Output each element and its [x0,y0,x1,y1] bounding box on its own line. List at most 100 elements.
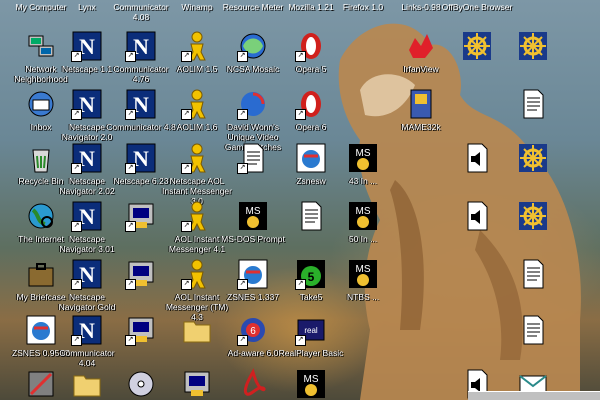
svg-text:MS: MS [356,264,371,275]
netscape-n-icon: N ↗ [125,30,157,62]
folder-icon [181,314,213,346]
desktop-icon[interactable]: real ↗ RealPlayer Basic [274,314,348,358]
sound-icon [461,200,493,232]
document-icon [517,258,549,290]
irfanview-icon [405,30,437,62]
aim-man-icon: ↗ [181,142,213,174]
setup-icon: ↗ [125,200,157,232]
shortcut-arrow-icon: ↗ [181,51,192,62]
shortcut-arrow-icon: ↗ [71,221,82,232]
shortcut-arrow-icon: ↗ [295,335,306,346]
desktop: My Computer Lynx Communicator 4.08 Winam… [0,0,600,400]
desktop-icon[interactable]: MAME32k [384,88,458,132]
acrobat-icon [237,368,269,400]
desktop-icon[interactable]: MS [274,368,348,400]
desktop-icon[interactable]: MS 43 In ... [326,142,400,186]
svg-text:MS: MS [356,148,371,159]
shortcut-arrow-icon: ↗ [237,163,248,174]
mame-icon [405,88,437,120]
shortcut-arrow-icon: ↗ [237,279,248,290]
icon-label: RealPlayer Basic [278,348,344,358]
adaware-icon: 6 ↗ [237,314,269,346]
icon-label: MAME32k [401,122,441,132]
icon-label: Communicator 4.04 [59,348,115,368]
svg-text:MS: MS [304,374,319,385]
shortcut-arrow-icon: ↗ [125,109,136,120]
netscape-n-icon: N ↗ [125,142,157,174]
desktop-icon[interactable]: MS NTBS ... [326,258,400,302]
icon-label: Opera 6 [295,122,327,132]
svg-text:5: 5 [308,270,315,284]
desktop-icon[interactable] [496,30,570,64]
netscape-n-icon: N ↗ [71,142,103,174]
zsnes-icon: ↗ [237,258,269,290]
msdos-icon: MS [347,258,379,290]
desktop-icon[interactable] [496,88,570,122]
icon-label: MS-DOS Prompt [221,234,285,244]
shortcut-arrow-icon: ↗ [237,51,248,62]
svg-text:real: real [304,326,318,335]
helm-icon [461,30,493,62]
cd-icon [125,368,157,400]
aim-man-icon: ↗ [181,30,213,62]
shortcut-arrow-icon: ↗ [295,51,306,62]
shortcut-arrow-icon: ↗ [71,279,82,290]
shortcut-arrow-icon: ↗ [295,279,306,290]
shortcut-arrow-icon: ↗ [71,51,82,62]
document-icon: ↗ [237,142,269,174]
netscape-n-icon: N ↗ [71,258,103,290]
icon-label: 50 In ... [348,234,378,244]
setup-icon: ↗ [125,314,157,346]
zsnes-icon [295,142,327,174]
icon-label: Netscape Navigator Gold [58,292,116,312]
netscape-n-icon: N ↗ [71,314,103,346]
shortcut-arrow-icon: ↗ [125,279,136,290]
msdos-icon: MS [237,200,269,232]
shortcut-arrow-icon: ↗ [125,221,136,232]
shortcut-arrow-icon: ↗ [237,335,248,346]
icon-label: Netscape Navigator 3.01 [59,234,115,254]
setup-icon: ↗ [125,258,157,290]
svg-text:MS: MS [356,206,371,217]
document-icon [517,88,549,120]
take5-icon: 5 ↗ [295,258,327,290]
helm-icon [517,142,549,174]
shortcut-arrow-icon: ↗ [181,163,192,174]
helm-icon [517,200,549,232]
aim-man-icon: ↗ [181,88,213,120]
helm-icon [517,30,549,62]
msdos-icon: MS [347,200,379,232]
icon-label: 43 In ... [348,176,378,186]
netscape-n-icon: N ↗ [71,88,103,120]
netscape-n-icon: N ↗ [71,200,103,232]
top-label[interactable]: OffByOne Browser [440,2,514,12]
desktop-icon[interactable]: ↗ Opera 5 [274,30,348,74]
shortcut-arrow-icon: ↗ [237,109,248,120]
desktop-icon[interactable] [496,200,570,234]
aim-man-icon: ↗ [181,200,213,232]
sound-icon [461,142,493,174]
shortcut-arrow-icon: ↗ [125,51,136,62]
shortcut-arrow-icon: ↗ [181,279,192,290]
folder-icon [71,368,103,400]
shortcut-arrow-icon: ↗ [125,335,136,346]
desktop-icon[interactable] [496,258,570,292]
desktop-icon[interactable] [496,314,570,348]
svg-text:6: 6 [250,326,256,337]
svg-text:MS: MS [246,206,261,217]
shortcut-arrow-icon: ↗ [295,109,306,120]
setup-icon [181,368,213,400]
desktop-icon[interactable]: ↗ Opera 6 [274,88,348,132]
icon-label: IrfanView [403,64,439,74]
desktop-icon[interactable]: MS 50 In ... [326,200,400,244]
msdos-icon: MS [347,142,379,174]
shortcut-arrow-icon: ↗ [71,163,82,174]
document-icon [295,200,327,232]
system-tray[interactable] [468,391,600,400]
opera-icon: ↗ [295,30,327,62]
shortcut-arrow-icon: ↗ [71,335,82,346]
netscape-n-icon: N ↗ [125,88,157,120]
shortcut-arrow-icon: ↗ [71,109,82,120]
desktop-icon[interactable] [496,142,570,176]
shortcut-arrow-icon: ↗ [125,163,136,174]
